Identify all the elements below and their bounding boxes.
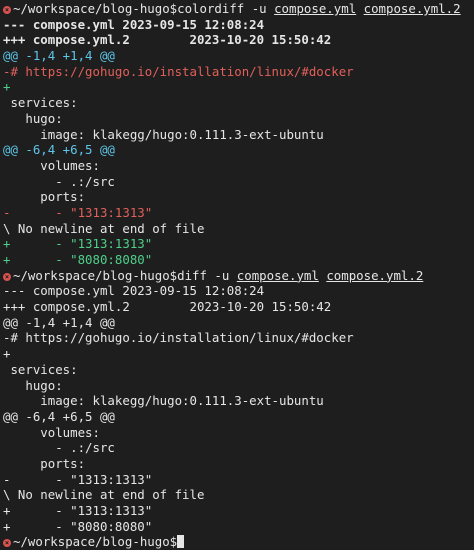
- line-text: \ No newline at end of file: [3, 487, 205, 503]
- line-text: + - "1313:1313": [3, 236, 153, 252]
- command-line: × ~/workspace/blog-hugo$colordiff -u comp…: [3, 1, 474, 17]
- line-text: volumes:: [3, 424, 100, 440]
- line-text: ~/workspace/blog-hugo$: [13, 534, 178, 550]
- output-line: +++ compose.yml.2 2023-10-20 15:50:42: [3, 32, 474, 48]
- line-text: volumes:: [3, 157, 100, 173]
- line-text: @@ -1,4 +1,4 @@: [3, 314, 115, 330]
- output-line: hugo:: [3, 378, 474, 394]
- output-line: @@ -6,4 +6,5 @@: [3, 142, 474, 158]
- x-circle-icon[interactable]: ×: [3, 6, 11, 14]
- output-line: volumes:: [3, 425, 474, 441]
- command-line: × ~/workspace/blog-hugo$: [3, 534, 474, 550]
- line-text: @@ -6,4 +6,5 @@: [3, 142, 115, 158]
- line-text: --- compose.yml 2023-09-15 12:08:24: [3, 283, 265, 299]
- output-line: +++ compose.yml.2 2023-10-20 15:50:42: [3, 299, 474, 315]
- line-text: -# https://gohugo.io/installation/linux/…: [3, 63, 354, 79]
- output-line: ports:: [3, 456, 474, 472]
- line-text: + - "8080:8080": [3, 252, 153, 267]
- output-line: services:: [3, 95, 474, 111]
- x-circle-icon[interactable]: ×: [3, 272, 11, 281]
- terminal-cursor[interactable]: [177, 535, 185, 549]
- line-text: -# https://gohugo.io/installation/linux/…: [3, 330, 354, 346]
- terminal-window[interactable]: × ~/workspace/blog-hugo$colordiff -u comp…: [0, 0, 474, 549]
- output-line: @@ -6,4 +6,5 @@: [3, 409, 474, 425]
- line-text: ~/workspace/blog-hugo$diff -u: [13, 267, 237, 283]
- output-line: +: [3, 346, 474, 362]
- output-line: --- compose.yml 2023-09-15 12:08:24: [3, 283, 474, 299]
- output-line: \ No newline at end of file: [3, 221, 474, 237]
- output-line: + - "8080:8080": [3, 519, 474, 535]
- output-line: -# https://gohugo.io/installation/linux/…: [3, 330, 474, 346]
- output-line: @@ -1,4 +1,4 @@: [3, 48, 474, 64]
- x-circle-icon[interactable]: ×: [3, 539, 11, 548]
- line-text: ports:: [3, 455, 86, 471]
- line-text: @@ -1,4 +1,4 @@: [3, 48, 115, 64]
- output-line: hugo:: [3, 111, 474, 127]
- output-line: volumes:: [3, 158, 474, 174]
- output-line: - - "1313:1313": [3, 205, 474, 221]
- output-line: services:: [3, 362, 474, 378]
- line-text: + - "1313:1313": [3, 503, 153, 518]
- output-line: -# https://gohugo.io/installation/linux/…: [3, 64, 474, 80]
- line-text: +: [3, 79, 11, 95]
- line-text: - - "1313:1313": [3, 471, 153, 487]
- line-text: hugo:: [3, 377, 63, 393]
- output-line: @@ -1,4 +1,4 @@: [3, 315, 474, 331]
- line-text: + - "8080:8080": [3, 518, 153, 534]
- output-line: + - "8080:8080": [3, 252, 474, 268]
- file-argument[interactable]: compose.yml.2: [326, 268, 423, 283]
- line-text: [356, 1, 363, 16]
- line-text: +++ compose.yml.2 2023-10-20 15:50:42: [3, 299, 332, 315]
- line-text: ports:: [3, 189, 86, 205]
- output-line: - - "1313:1313": [3, 472, 474, 488]
- line-text: \ No newline at end of file: [3, 220, 205, 236]
- output-line: - .:/src: [3, 174, 474, 190]
- line-text: --- compose.yml 2023-09-15 12:08:24: [3, 16, 265, 32]
- line-text: - .:/src: [3, 440, 115, 456]
- line-text: ~/workspace/blog-hugo$colordiff -u: [13, 1, 275, 16]
- output-line: + - "1313:1313": [3, 503, 474, 519]
- line-text: hugo:: [3, 110, 63, 126]
- output-line: image: klakegg/hugo:0.111.3-ext-ubuntu: [3, 393, 474, 409]
- command-line: × ~/workspace/blog-hugo$diff -u compose.y…: [3, 268, 474, 284]
- output-line: image: klakegg/hugo:0.111.3-ext-ubuntu: [3, 127, 474, 143]
- file-argument[interactable]: compose.yml: [274, 1, 356, 16]
- line-text: +: [3, 346, 11, 362]
- output-line: --- compose.yml 2023-09-15 12:08:24: [3, 17, 474, 33]
- file-argument[interactable]: compose.yml.2: [364, 1, 461, 16]
- output-line: + - "1313:1313": [3, 236, 474, 252]
- line-text: - .:/src: [3, 173, 115, 189]
- line-text: image: klakegg/hugo:0.111.3-ext-ubuntu: [3, 393, 324, 409]
- output-line: +: [3, 79, 474, 95]
- line-text: image: klakegg/hugo:0.111.3-ext-ubuntu: [3, 126, 324, 142]
- output-line: \ No newline at end of file: [3, 487, 474, 503]
- file-argument[interactable]: compose.yml: [237, 268, 319, 283]
- line-text: - - "1313:1313": [3, 204, 153, 220]
- line-text: +++ compose.yml.2 2023-10-20 15:50:42: [3, 32, 332, 48]
- output-line: - .:/src: [3, 440, 474, 456]
- output-line: ports:: [3, 189, 474, 205]
- line-text: @@ -6,4 +6,5 @@: [3, 408, 115, 424]
- line-text: services:: [3, 361, 78, 377]
- line-text: services:: [3, 95, 78, 111]
